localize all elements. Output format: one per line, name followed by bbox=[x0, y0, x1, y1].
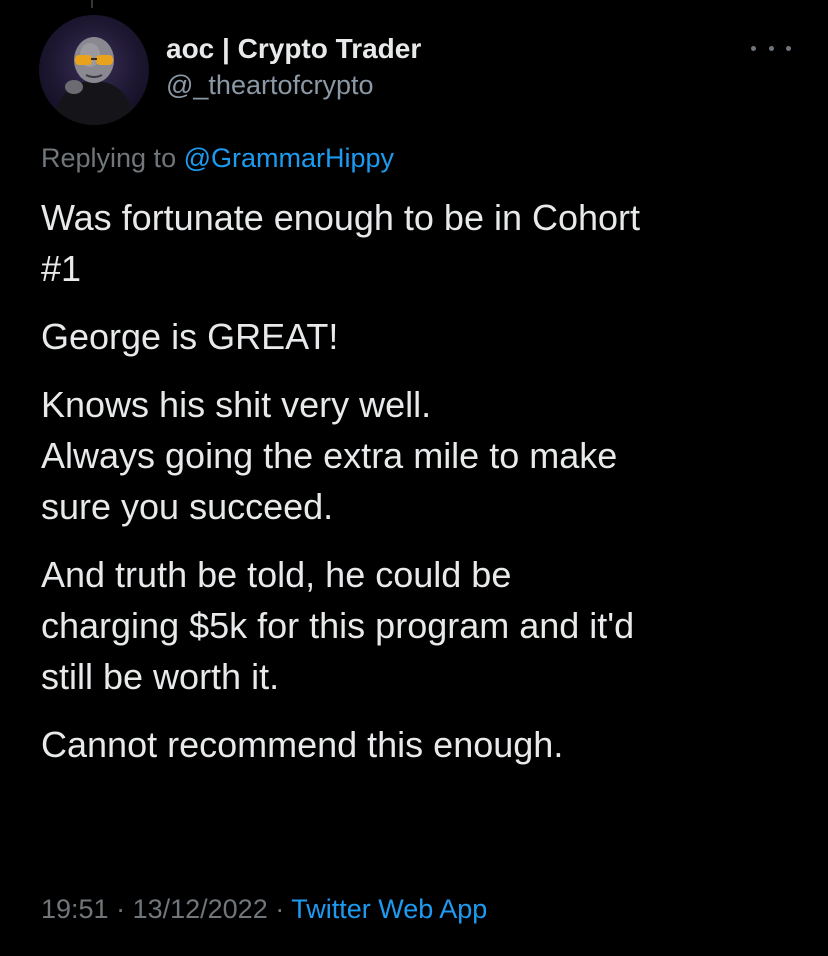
replying-to-label: Replying to bbox=[41, 143, 177, 173]
author-avatar[interactable] bbox=[39, 15, 149, 125]
tweet-date[interactable]: 13/12/2022 bbox=[133, 894, 268, 924]
tweet-text: Was fortunate enough to be in Cohort #1 … bbox=[41, 192, 801, 787]
replying-to: Replying to @GrammarHippy bbox=[41, 140, 394, 176]
meta-separator: · bbox=[267, 894, 292, 924]
tweet-paragraph: And truth be told, he could be charging … bbox=[41, 554, 635, 697]
tweet-paragraph: Knows his shit very well. Always going t… bbox=[41, 384, 618, 527]
tweet-author[interactable]: aoc | Crypto Trader @_theartofcrypto bbox=[166, 32, 421, 102]
profile-avatar-icon bbox=[53, 37, 135, 125]
author-handle[interactable]: @_theartofcrypto bbox=[166, 68, 421, 102]
tweet-time[interactable]: 19:51 bbox=[41, 894, 109, 924]
more-options-dot bbox=[768, 45, 774, 51]
thread-connector-line bbox=[91, 0, 93, 8]
more-options-icon[interactable] bbox=[751, 38, 791, 58]
tweet-paragraph: Cannot recommend this enough. bbox=[41, 724, 564, 765]
tweet-paragraph: George is GREAT! bbox=[41, 316, 339, 357]
meta-separator: · bbox=[108, 894, 133, 924]
more-options-dot bbox=[751, 45, 756, 51]
reply-mention-link[interactable]: @GrammarHippy bbox=[184, 143, 394, 173]
tweet-metadata: 19:51 · 13/12/2022 · Twitter Web App bbox=[41, 891, 487, 927]
tweet-source-link[interactable]: Twitter Web App bbox=[291, 894, 487, 924]
author-display-name[interactable]: aoc | Crypto Trader bbox=[166, 32, 421, 66]
more-options-dot bbox=[786, 45, 791, 51]
tweet-paragraph: Was fortunate enough to be in Cohort #1 bbox=[41, 197, 641, 289]
